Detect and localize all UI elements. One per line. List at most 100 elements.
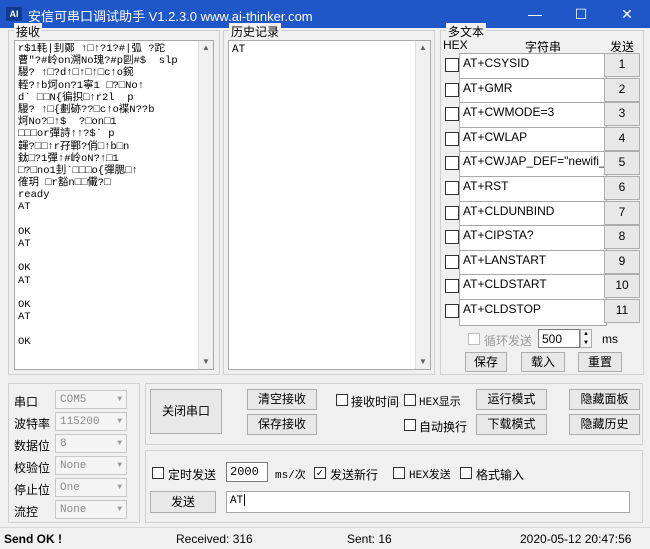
hex-checkbox[interactable] bbox=[445, 107, 459, 122]
hex-checkbox[interactable] bbox=[445, 254, 459, 269]
hex-checkbox[interactable] bbox=[445, 58, 459, 72]
send-command-button[interactable]: 4 bbox=[604, 126, 640, 151]
command-row: AT+CLDSTART 10 bbox=[443, 274, 650, 302]
receive-line: AT bbox=[18, 201, 31, 214]
close-icon[interactable]: ✕ bbox=[604, 0, 650, 28]
hex-checkbox[interactable] bbox=[445, 205, 459, 220]
send-button[interactable]: 发送 bbox=[150, 491, 216, 513]
command-input[interactable]: AT+CSYSID bbox=[459, 53, 607, 80]
hex-checkbox[interactable] bbox=[445, 230, 459, 245]
send-text-input[interactable]: AT bbox=[226, 491, 630, 513]
load-button[interactable]: 载入 bbox=[521, 352, 565, 372]
send-command-button[interactable]: 11 bbox=[604, 299, 640, 323]
receive-time-label: 接收时间 bbox=[351, 395, 400, 409]
close-port-button[interactable]: 关闭串口 bbox=[150, 389, 222, 434]
hex-checkbox[interactable] bbox=[445, 181, 459, 195]
command-input[interactable]: AT+GMR bbox=[459, 77, 607, 105]
new-line-label: 发送新行 bbox=[330, 468, 379, 482]
chevron-down-icon: ▼ bbox=[117, 417, 122, 426]
scroll-down-icon[interactable]: ▼ bbox=[416, 355, 430, 369]
timed-send-checkbox[interactable] bbox=[152, 467, 164, 479]
receive-line: OK bbox=[18, 262, 31, 275]
send-interval-input[interactable]: 2000 bbox=[226, 462, 268, 482]
stop-bits-select[interactable]: One ▼ bbox=[55, 478, 127, 497]
minimize-icon[interactable]: — bbox=[512, 0, 558, 28]
send-command-button[interactable]: 2 bbox=[604, 77, 640, 102]
command-row: AT+RST 6 bbox=[443, 176, 650, 203]
hex-checkbox[interactable] bbox=[445, 279, 459, 294]
scroll-up-icon[interactable]: ▲ bbox=[199, 41, 213, 55]
hex-checkbox[interactable] bbox=[445, 156, 459, 171]
download-mode-button[interactable]: 下载模式 bbox=[476, 414, 547, 435]
loop-send-label: 循环发送 bbox=[484, 334, 533, 348]
history-item[interactable]: AT bbox=[232, 44, 245, 56]
maximize-icon[interactable]: ☐ bbox=[558, 0, 604, 28]
receive-textbox[interactable]: r$1軞|刲鄭 ↑□↑?1?#|弧 ?跎 曹"?#岭on溯No瑰?#p剾#$ sl… bbox=[14, 40, 214, 370]
baud-select[interactable]: 115200 ▼ bbox=[55, 412, 127, 431]
scroll-down-icon[interactable]: ▼ bbox=[199, 355, 213, 369]
run-mode-button[interactable]: 运行模式 bbox=[476, 389, 547, 410]
command-row: AT+CIPSTA? 8 bbox=[443, 225, 650, 253]
data-bits-select[interactable]: 8 ▼ bbox=[55, 434, 127, 453]
hex-send-label: HEX发送 bbox=[409, 470, 451, 482]
command-input[interactable]: AT+RST bbox=[459, 176, 607, 203]
reset-button[interactable]: 重置 bbox=[578, 352, 622, 372]
chevron-down-icon: ▼ bbox=[117, 483, 122, 492]
send-command-button[interactable]: 8 bbox=[604, 225, 640, 250]
command-input[interactable]: AT+CLDSTART bbox=[459, 274, 607, 302]
command-input[interactable]: AT+CWJAP_DEF="newifi_ bbox=[459, 151, 607, 179]
command-row: AT+CLDSTOP 11 bbox=[443, 299, 650, 326]
history-label: 历史记录 bbox=[229, 23, 282, 40]
hide-history-button[interactable]: 隐藏历史 bbox=[569, 414, 640, 435]
save-receive-button[interactable]: 保存接收 bbox=[247, 414, 317, 435]
spin-up-icon[interactable]: ▲ bbox=[581, 330, 591, 339]
hex-checkbox[interactable] bbox=[445, 304, 459, 318]
receive-time-checkbox[interactable] bbox=[336, 394, 348, 406]
clear-receive-button[interactable]: 清空接收 bbox=[247, 389, 317, 410]
send-command-button[interactable]: 1 bbox=[604, 53, 640, 77]
command-input[interactable]: AT+LANSTART bbox=[459, 249, 607, 277]
send-command-button[interactable]: 7 bbox=[604, 200, 640, 225]
receive-scrollbar[interactable]: ▲ ▼ bbox=[198, 41, 213, 369]
baud-value: 115200 bbox=[60, 416, 100, 428]
command-row: AT+CWMODE=3 3 bbox=[443, 102, 650, 130]
history-list[interactable]: AT ▲ ▼ bbox=[228, 40, 431, 370]
save-button[interactable]: 保存 bbox=[465, 352, 507, 372]
send-command-button[interactable]: 9 bbox=[604, 249, 640, 274]
command-input[interactable]: AT+CWLAP bbox=[459, 126, 607, 154]
receive-line: d` □□N{徧抧□↑r2l p bbox=[18, 91, 134, 104]
text-cursor bbox=[244, 494, 246, 506]
timed-send-label: 定时发送 bbox=[168, 468, 217, 482]
command-row: AT+CWLAP 4 bbox=[443, 126, 650, 154]
command-input[interactable]: AT+CIPSTA? bbox=[459, 225, 607, 253]
flow-control-select[interactable]: None ▼ bbox=[55, 500, 127, 519]
hex-checkbox[interactable] bbox=[445, 131, 459, 146]
command-input[interactable]: AT+CLDUNBIND bbox=[459, 200, 607, 228]
spin-down-icon[interactable]: ▼ bbox=[581, 339, 591, 348]
port-select[interactable]: COM5 ▼ bbox=[55, 390, 127, 409]
history-scrollbar[interactable]: ▲ ▼ bbox=[415, 41, 430, 369]
send-command-button[interactable]: 10 bbox=[604, 274, 640, 299]
command-input[interactable]: AT+CWMODE=3 bbox=[459, 102, 607, 130]
receive-line: 騴? ↑□{劃硛??□c↑o褋N??b bbox=[18, 103, 155, 116]
format-input-checkbox[interactable] bbox=[460, 467, 472, 479]
loop-interval-input[interactable]: 500 bbox=[538, 329, 580, 348]
parity-value: None bbox=[60, 460, 87, 472]
auto-wrap-checkbox[interactable] bbox=[404, 419, 416, 431]
loop-send-checkbox[interactable] bbox=[468, 333, 480, 345]
hex-send-checkbox[interactable] bbox=[393, 467, 405, 479]
hex-display-checkbox[interactable] bbox=[404, 394, 416, 406]
scroll-up-icon[interactable]: ▲ bbox=[416, 41, 430, 55]
send-command-button[interactable]: 5 bbox=[604, 151, 640, 176]
parity-label: 校验位 bbox=[14, 461, 51, 475]
receive-line bbox=[18, 250, 198, 262]
command-input[interactable]: AT+CLDSTOP bbox=[459, 299, 607, 326]
loop-interval-spinner[interactable]: ▲ ▼ bbox=[580, 329, 592, 348]
hex-checkbox[interactable] bbox=[445, 82, 459, 97]
send-command-button[interactable]: 3 bbox=[604, 102, 640, 127]
port-value: COM5 bbox=[60, 394, 87, 406]
hide-panel-button[interactable]: 隐藏面板 bbox=[569, 389, 640, 410]
parity-select[interactable]: None ▼ bbox=[55, 456, 127, 475]
send-command-button[interactable]: 6 bbox=[604, 176, 640, 200]
new-line-checkbox[interactable]: ✓ bbox=[314, 467, 326, 479]
